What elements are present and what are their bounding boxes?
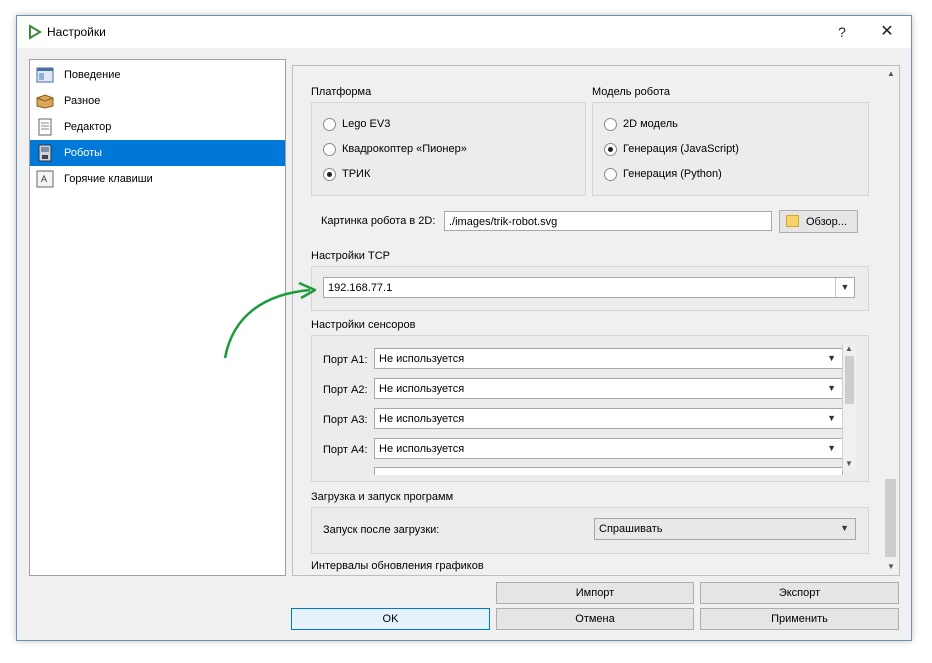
chevron-down-icon: ▼	[835, 278, 854, 297]
radio-indicator	[604, 118, 617, 131]
platform-group: Lego EV3 Квадрокоптер «Пионер» ТРИК	[311, 102, 586, 196]
category-label: Поведение	[64, 69, 121, 81]
import-button[interactable]: Импорт	[496, 582, 694, 604]
behavior-icon	[36, 67, 54, 83]
chevron-down-icon: ▼	[827, 443, 836, 453]
chevron-down-icon: ▼	[840, 523, 849, 533]
category-label: Разное	[64, 95, 101, 107]
scroll-down-arrow-icon[interactable]: ▼	[886, 562, 896, 572]
scroll-up-arrow-icon[interactable]: ▲	[886, 69, 896, 79]
tcp-group: 192.168.77.1 ▼	[311, 266, 869, 311]
port-a5-combo-partial[interactable]	[374, 467, 843, 475]
model-option-2d[interactable]: 2D модель	[604, 117, 824, 133]
ok-button[interactable]: OK	[291, 608, 490, 630]
category-label: Роботы	[64, 147, 103, 159]
model-option-python[interactable]: Генерация (Python)	[604, 167, 824, 183]
close-button[interactable]: ✕	[877, 22, 897, 42]
platform-option-pioneer[interactable]: Квадрокоптер «Пионер»	[323, 142, 523, 158]
model-option-javascript[interactable]: Генерация (JavaScript)	[604, 142, 824, 158]
robot-image-path-field[interactable]: ./images/trik-robot.svg	[444, 211, 772, 231]
robot-model-group-title: Модель робота	[592, 86, 670, 98]
scroll-thumb[interactable]	[845, 356, 854, 404]
cancel-button[interactable]: Отмена	[496, 608, 694, 630]
run-after-upload-combo[interactable]: Спрашивать ▼	[594, 518, 856, 540]
radio-indicator-checked	[604, 143, 617, 156]
port-a2-label: Порт A2:	[323, 384, 368, 396]
category-item-editor[interactable]: Редактор	[30, 114, 285, 140]
upload-group: Запуск после загрузки: Спрашивать ▼	[311, 507, 869, 554]
browse-button[interactable]: Обзор...	[779, 210, 858, 233]
sensors-group: Порт A1: Не используется ▼ Порт A2: Не и…	[311, 335, 869, 482]
category-list: Поведение Разное Редактор Роботы A Горяч…	[29, 59, 286, 576]
editor-document-icon	[38, 118, 52, 136]
folder-icon	[786, 215, 799, 227]
export-button[interactable]: Экспорт	[700, 582, 899, 604]
misc-box-icon	[36, 94, 54, 109]
sensors-group-title: Настройки сенсоров	[311, 319, 416, 331]
port-a2-combo[interactable]: Не используется ▼	[374, 378, 843, 399]
radio-indicator	[323, 143, 336, 156]
tcp-group-title: Настройки TCP	[311, 250, 390, 262]
help-button[interactable]: ?	[832, 22, 852, 42]
category-item-misc[interactable]: Разное	[30, 88, 285, 114]
graphs-group-title: Интервалы обновления графиков	[311, 560, 484, 572]
run-after-upload-label: Запуск после загрузки:	[323, 524, 440, 536]
title-bar: Настройки ? ✕	[17, 16, 911, 48]
category-item-behavior[interactable]: Поведение	[30, 62, 285, 88]
scroll-up-arrow-icon[interactable]: ▲	[845, 344, 853, 353]
chevron-down-icon: ▼	[827, 383, 836, 393]
settings-scrollbar[interactable]: ▲ ▼	[883, 65, 900, 576]
platform-group-title: Платформа	[311, 86, 372, 98]
robot-image-label: Картинка робота в 2D:	[321, 215, 436, 227]
robot-brick-icon	[38, 144, 52, 162]
port-a3-label: Порт A3:	[323, 414, 368, 426]
platform-option-trik[interactable]: ТРИК	[323, 167, 523, 183]
port-a4-label: Порт A4:	[323, 444, 368, 456]
window-title: Настройки	[47, 25, 106, 39]
category-label: Редактор	[64, 121, 112, 133]
chevron-down-icon: ▼	[827, 413, 836, 423]
app-logo-icon	[29, 24, 42, 40]
category-item-hotkeys[interactable]: A Горячие клавиши	[30, 166, 285, 192]
radio-indicator	[604, 168, 617, 181]
port-a1-label: Порт A1:	[323, 354, 368, 366]
robots-settings-panel: Платформа Lego EV3 Квадрокоптер «Пионер»…	[292, 65, 885, 576]
sensors-scrollbar[interactable]: ▲ ▼	[842, 344, 856, 471]
port-a4-combo[interactable]: Не используется ▼	[374, 438, 843, 459]
robot-model-group: 2D модель Генерация (JavaScript) Генерац…	[592, 102, 869, 196]
category-item-robots[interactable]: Роботы	[30, 140, 285, 166]
keyboard-key-icon: A	[36, 170, 54, 188]
radio-indicator	[323, 118, 336, 131]
chevron-down-icon: ▼	[827, 353, 836, 363]
tcp-address-combo[interactable]: 192.168.77.1 ▼	[323, 277, 855, 298]
settings-dialog: Настройки ? ✕ Поведение Разное Редактор …	[16, 15, 912, 641]
scroll-thumb[interactable]	[885, 479, 896, 557]
scroll-down-arrow-icon[interactable]: ▼	[845, 459, 853, 468]
port-a1-combo[interactable]: Не используется ▼	[374, 348, 843, 369]
radio-indicator-checked	[323, 168, 336, 181]
category-label: Горячие клавиши	[64, 173, 153, 185]
platform-option-ev3[interactable]: Lego EV3	[323, 117, 523, 133]
port-a3-combo[interactable]: Не используется ▼	[374, 408, 843, 429]
apply-button[interactable]: Применить	[700, 608, 899, 630]
svg-text:A: A	[41, 174, 47, 184]
upload-group-title: Загрузка и запуск программ	[311, 491, 454, 503]
